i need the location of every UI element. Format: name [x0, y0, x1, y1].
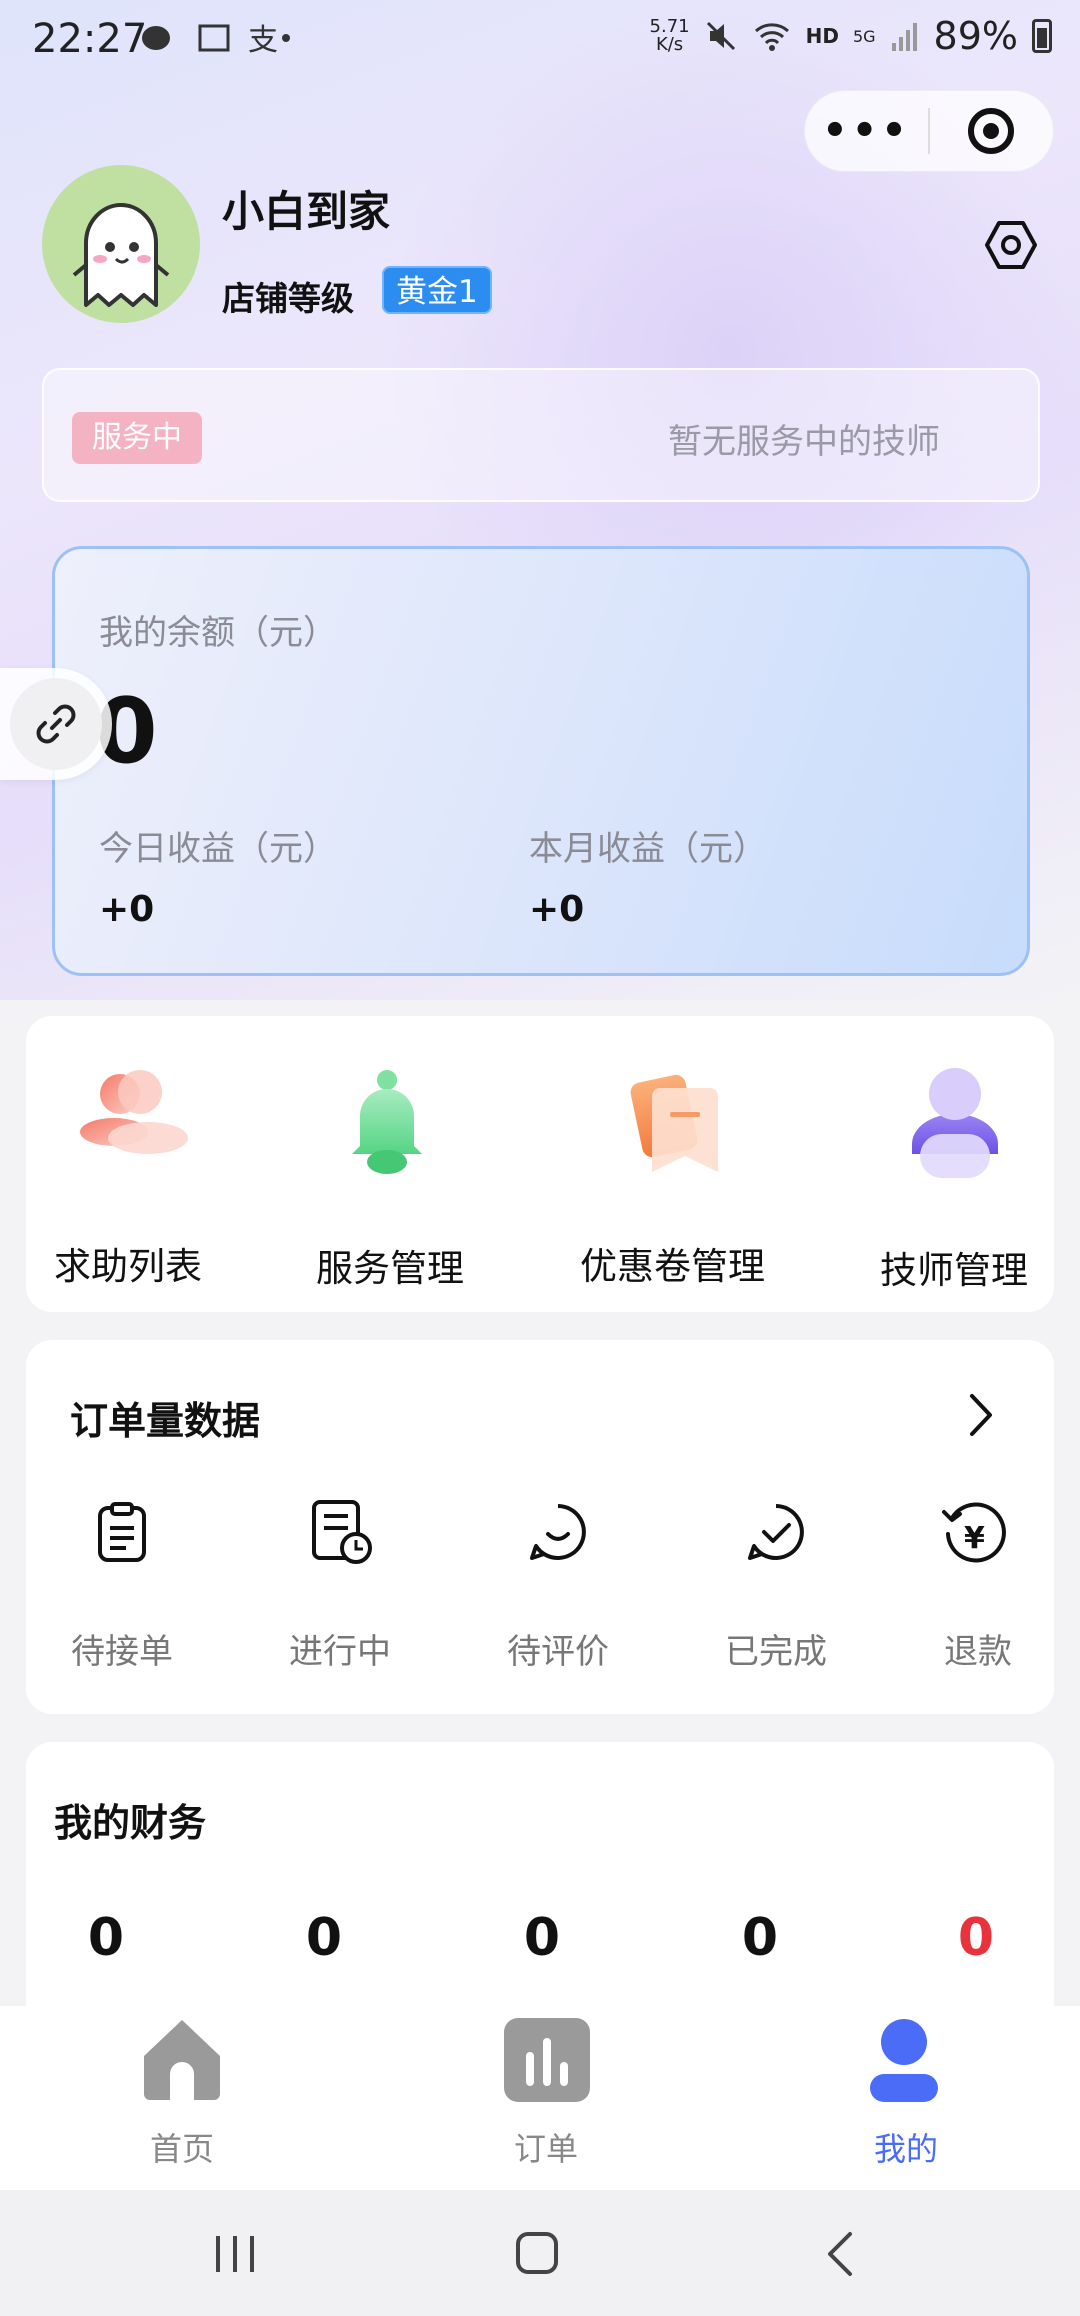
- coupon-icon: [630, 1074, 718, 1172]
- finance-card: 我的财务 0 0 0 0 0: [26, 1742, 1054, 2042]
- in-progress-label: 进行中: [289, 1632, 391, 1672]
- battery-icon: [1032, 19, 1052, 53]
- bottom-tab-bar: 首页 订单 我的: [0, 2006, 1080, 2190]
- pending-review-item[interactable]: [526, 1500, 590, 1568]
- doc-clock-icon: [312, 1500, 372, 1564]
- help-list-item[interactable]: [72, 1064, 212, 1174]
- mute-icon: [706, 21, 735, 51]
- link-button-inner: [10, 678, 102, 770]
- home-icon: [144, 2020, 220, 2100]
- shop-name: 小白到家: [222, 187, 391, 236]
- store-level-label: 店铺等级: [222, 279, 354, 318]
- target-icon: [968, 108, 1015, 154]
- back-button[interactable]: [822, 2230, 858, 2282]
- check-chat-icon: [748, 1504, 804, 1561]
- chevron-right-icon: [970, 1394, 992, 1436]
- wifi-icon: [754, 23, 789, 51]
- coupon-management-label: 优惠卷管理: [580, 1245, 765, 1288]
- network-type: 5G: [852, 26, 876, 46]
- order-data-title: 订单量数据: [70, 1399, 261, 1443]
- finance-value-highlight: 0: [957, 1908, 995, 1968]
- finance-value: 0: [87, 1908, 125, 1968]
- home-button[interactable]: [514, 2230, 560, 2280]
- order-data-more-button[interactable]: [966, 1392, 996, 1442]
- network-speed-unit: K/s: [655, 34, 684, 55]
- no-technician-text: 暂无服务中的技师: [668, 422, 940, 462]
- tab-orders[interactable]: [504, 2018, 590, 2106]
- chart-icon: [504, 2018, 590, 2102]
- settings-icon: [985, 221, 1037, 269]
- pending-accept-item[interactable]: [90, 1500, 154, 1568]
- refund-icon: ¥: [942, 1502, 1006, 1563]
- help-list-label: 求助列表: [54, 1245, 202, 1288]
- completed-item[interactable]: [744, 1500, 808, 1568]
- service-management-item[interactable]: [332, 1066, 442, 1176]
- technician-icon: [912, 1068, 998, 1178]
- status-bar: 22:27 支 5.71 K/s HD 5G 89%: [0, 0, 1080, 80]
- more-icon[interactable]: •••: [805, 108, 928, 154]
- technician-management-item[interactable]: [900, 1064, 1010, 1184]
- balance-label: 我的余额（元）: [99, 613, 337, 653]
- tab-home[interactable]: [140, 2016, 224, 2106]
- battery-percent: 89%: [933, 14, 1018, 58]
- pending-accept-label: 待接单: [71, 1632, 173, 1672]
- back-icon: [828, 2232, 852, 2276]
- balance-card[interactable]: 我的余额（元） 0 今日收益（元） +0 本月收益（元） +0: [52, 546, 1030, 976]
- system-navigation-bar: [0, 2190, 1080, 2316]
- hd-indicator: HD: [805, 24, 839, 48]
- status-time: 22:27: [32, 16, 148, 62]
- quick-menu-card: 求助列表 服务管理 优惠卷管理 技师管理: [26, 1016, 1054, 1312]
- coupon-management-item[interactable]: [622, 1070, 732, 1180]
- recent-apps-icon: [216, 2236, 254, 2272]
- ghost-avatar-icon: [72, 203, 170, 307]
- clipboard-icon: [98, 1502, 146, 1562]
- pending-review-label: 待评价: [507, 1632, 609, 1672]
- settings-button[interactable]: [984, 218, 1038, 272]
- avatar[interactable]: [42, 165, 200, 323]
- tab-mine[interactable]: [864, 2018, 944, 2108]
- service-management-label: 服务管理: [316, 1247, 464, 1290]
- status-right: 5.71 K/s HD 5G 89%: [650, 14, 1052, 58]
- mini-program-capsule: •••: [804, 90, 1054, 172]
- notification-icons: 支: [140, 18, 290, 67]
- people-icon: [80, 1070, 188, 1154]
- notification-icons-svg: 支: [142, 23, 290, 58]
- refund-label: 退款: [944, 1632, 1012, 1672]
- today-earnings-label: 今日收益（元）: [99, 829, 337, 869]
- tab-orders-label: 订单: [513, 2130, 578, 2168]
- close-mini-program-button[interactable]: [930, 108, 1053, 154]
- finance-value: 0: [523, 1908, 561, 1968]
- today-earnings-value: +0: [99, 889, 155, 930]
- in-progress-item[interactable]: [308, 1498, 378, 1572]
- order-data-card: 订单量数据 待接单 进行中 待评价 已完成 ¥ 退款: [26, 1340, 1054, 1714]
- network-speed: 5.71 K/s: [650, 18, 690, 54]
- recent-apps-button[interactable]: [212, 2232, 258, 2280]
- level-badge: 黄金1: [382, 266, 492, 314]
- refund-item[interactable]: ¥: [940, 1498, 1010, 1572]
- home-square-icon: [516, 2232, 558, 2274]
- finance-title: 我的财务: [54, 1801, 207, 1845]
- finance-value: 0: [741, 1908, 779, 1968]
- completed-label: 已完成: [725, 1632, 827, 1672]
- month-earnings-label: 本月收益（元）: [529, 829, 767, 869]
- technician-management-label: 技师管理: [880, 1249, 1028, 1292]
- smile-chat-icon: [530, 1504, 586, 1561]
- finance-value: 0: [305, 1908, 343, 1968]
- tab-mine-label: 我的: [873, 2130, 938, 2168]
- signal-icon: [891, 23, 917, 51]
- user-icon: [870, 2019, 938, 2102]
- month-earnings-value: +0: [529, 889, 585, 930]
- tab-home-label: 首页: [149, 2130, 214, 2168]
- in-service-tag: 服务中: [72, 412, 202, 464]
- in-service-banner: 服务中 暂无服务中的技师: [42, 368, 1040, 502]
- bell-icon: [352, 1070, 422, 1174]
- svg-text:¥: ¥: [964, 1521, 985, 1556]
- floating-link-button[interactable]: [0, 668, 112, 780]
- link-icon: [36, 704, 76, 744]
